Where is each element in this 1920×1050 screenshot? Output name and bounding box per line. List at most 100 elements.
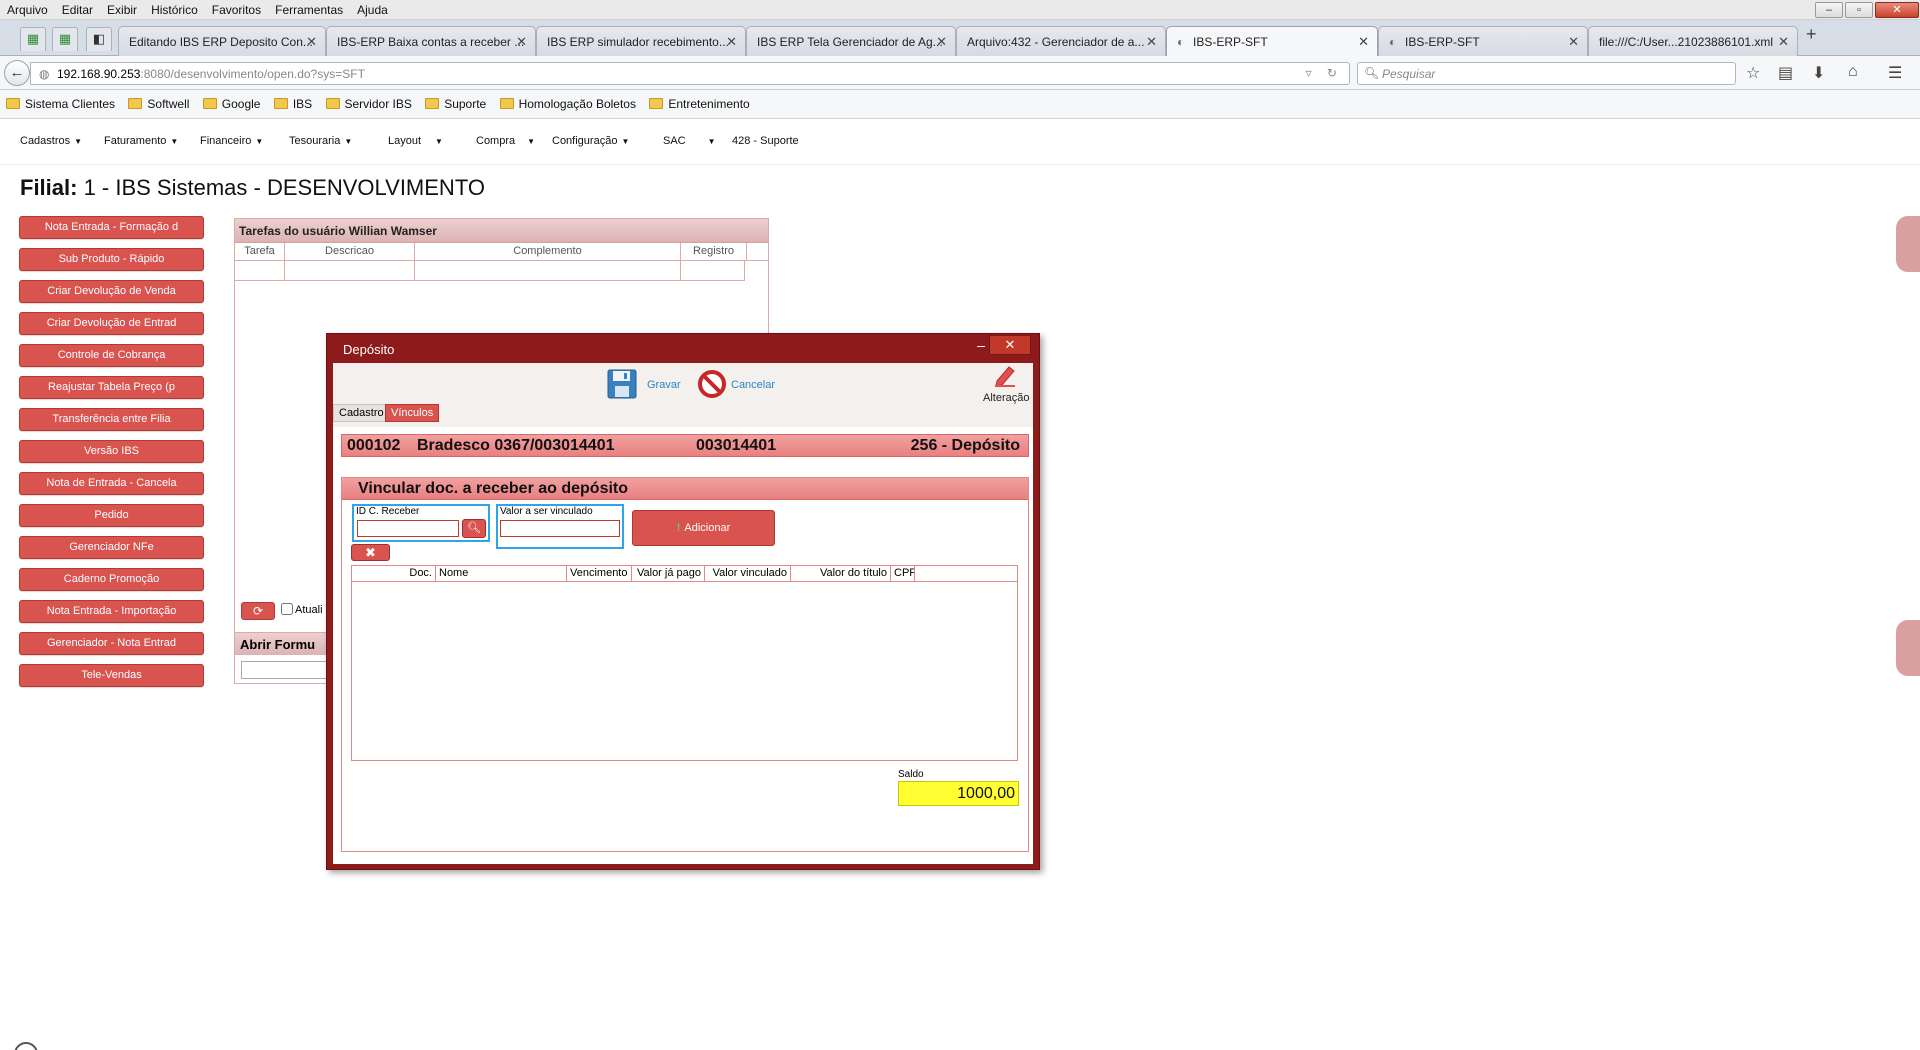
reload-icon[interactable]: ▿ ↻ — [1306, 66, 1343, 80]
shortcut-button[interactable]: Nota de Entrada - Cancela — [19, 472, 204, 495]
minimize-window-button[interactable]: – — [1815, 2, 1843, 18]
folder-icon — [499, 98, 514, 109]
tab-4-label: IBS ERP Tela Gerenciador de Ag... — [757, 35, 943, 49]
bookmark-suporte[interactable]: Suporte — [425, 97, 486, 111]
browser-tabbar: ▦ ▦ ◧ Editando IBS ERP Deposito Con... ✕ … — [0, 20, 1920, 56]
tab-2[interactable]: IBS-ERP Baixa contas a receber ... ✕ — [326, 26, 536, 56]
star-bookmark-icon[interactable]: ☆ — [1746, 63, 1760, 83]
menu-editar[interactable]: Editar — [55, 0, 100, 20]
add-button[interactable]: ! Adicionar — [632, 510, 775, 546]
floppy-disk-icon[interactable] — [607, 369, 637, 399]
shortcut-button[interactable]: Transferência entre Filia — [19, 408, 204, 431]
save-button[interactable]: Gravar — [647, 379, 681, 391]
pinned-tab-sheet-icon[interactable]: ▦ — [20, 27, 46, 51]
menu-favoritos[interactable]: Favoritos — [205, 0, 268, 20]
shortcut-button[interactable]: Caderno Promoção — [19, 568, 204, 591]
refresh-button[interactable]: ⟳ — [241, 602, 275, 620]
tab-6-active[interactable]: ◐ IBS-ERP-SFT ✕ — [1166, 26, 1378, 56]
nav-tesouraria[interactable]: Tesouraria ▼ — [289, 135, 352, 147]
menu-exibir[interactable]: Exibir — [100, 0, 144, 20]
tab-cadastro[interactable]: Cadastro — [333, 404, 390, 422]
col-cpf: CPF — [891, 566, 915, 582]
new-tab-plus-icon[interactable]: + — [1806, 24, 1817, 45]
nav-sac[interactable]: SAC ▼ — [663, 135, 716, 147]
clipboard-icon[interactable]: ▤ — [1778, 63, 1793, 83]
download-arrow-icon[interactable]: ⬇ — [1812, 63, 1825, 83]
minimize-icon[interactable]: – — [971, 336, 991, 356]
shortcut-button[interactable]: Criar Devolução de Venda — [19, 280, 204, 303]
home-icon[interactable]: ⌂ — [1848, 63, 1858, 81]
open-form-input[interactable] — [241, 661, 331, 679]
tab-5[interactable]: Arquivo:432 - Gerenciador de a... ✕ — [956, 26, 1166, 56]
menu-ferramentas[interactable]: Ferramentas — [268, 0, 350, 20]
nav-user-suporte[interactable]: 428 - Suporte — [732, 135, 799, 147]
shortcut-button[interactable]: Pedido — [19, 504, 204, 527]
tab-vinculos[interactable]: Vínculos — [385, 404, 440, 422]
bookmark-servidor-ibs[interactable]: Servidor IBS — [325, 97, 412, 111]
valor-input[interactable] — [500, 520, 620, 537]
close-icon[interactable]: ✕ — [726, 34, 737, 50]
auto-refresh-checkbox[interactable]: Atuali — [281, 603, 323, 616]
side-handle[interactable] — [1896, 216, 1920, 272]
menu-ajuda[interactable]: Ajuda — [350, 0, 395, 20]
nav-configuracao[interactable]: Configuração ▼ — [552, 135, 629, 147]
side-handle[interactable] — [1896, 620, 1920, 676]
tab-1[interactable]: Editando IBS ERP Deposito Con... ✕ — [118, 26, 326, 56]
maximize-window-button[interactable]: ▫ — [1845, 2, 1873, 18]
shortcut-button[interactable]: Nota Entrada - Importação — [19, 600, 204, 623]
nav-faturamento[interactable]: Faturamento ▼ — [104, 135, 178, 147]
search-input[interactable]: 🔍︎ Pesquisar — [1357, 62, 1736, 85]
close-icon[interactable]: ✕ — [936, 34, 947, 50]
shortcut-button[interactable]: Sub Produto - Rápido — [19, 248, 204, 271]
shortcut-button[interactable]: Gerenciador - Nota Entrad — [19, 632, 204, 655]
back-arrow-icon[interactable]: ← — [4, 60, 30, 86]
bookmark-entretenimento[interactable]: Entretenimento — [649, 97, 750, 111]
checkbox[interactable] — [281, 603, 293, 615]
close-icon[interactable]: ✕ — [1358, 34, 1369, 50]
bookmark-google[interactable]: Google — [202, 97, 260, 111]
shortcut-button[interactable]: Controle de Cobrança — [19, 344, 204, 367]
remove-button[interactable]: ✖ — [351, 544, 390, 561]
close-icon[interactable]: ✕ — [1778, 34, 1789, 50]
tab-4[interactable]: IBS ERP Tela Gerenciador de Ag... ✕ — [746, 26, 956, 56]
bookmark-homologacao-boletos[interactable]: Homologação Boletos — [499, 97, 636, 111]
tab-3[interactable]: IBS ERP simulador recebimento... ✕ — [536, 26, 746, 56]
url-bar[interactable]: ◍ 192.168.90.253:8080/desenvolvimento/op… — [30, 62, 1350, 85]
search-button[interactable]: 🔍︎ — [462, 519, 486, 538]
id-receber-input[interactable] — [357, 520, 459, 537]
shortcut-button[interactable]: Criar Devolução de Entrad — [19, 312, 204, 335]
bookmark-ibs[interactable]: IBS — [273, 97, 312, 111]
close-icon[interactable]: ✕ — [306, 34, 317, 50]
shortcut-button[interactable]: Reajustar Tabela Preço (p — [19, 376, 204, 399]
close-dialog-button[interactable]: ✕ — [989, 335, 1031, 355]
nav-layout[interactable]: Layout ▼ — [388, 135, 443, 147]
shortcut-button[interactable]: Versão IBS — [19, 440, 204, 463]
bookmark-sistema-clientes[interactable]: Sistema Clientes — [6, 97, 115, 111]
tab-8[interactable]: file:///C:/User...21023886101.xml ✕ — [1588, 26, 1798, 56]
menu-arquivo[interactable]: Arquivo — [0, 0, 55, 20]
close-window-button[interactable]: ✕ — [1875, 2, 1919, 18]
nav-compra[interactable]: Compra ▼ — [476, 135, 535, 147]
nav-cadastros[interactable]: Cadastros ▼ — [20, 135, 82, 147]
shortcut-button[interactable]: Gerenciador NFe — [19, 536, 204, 559]
close-icon[interactable]: ✕ — [516, 34, 527, 50]
bookmark-softwell[interactable]: Softwell — [128, 97, 189, 111]
pinned-tab-doc-icon[interactable]: ◧ — [86, 27, 112, 51]
close-icon[interactable]: ✕ — [1146, 34, 1157, 50]
hamburger-menu-icon[interactable]: ☰ — [1888, 63, 1902, 83]
shortcut-button[interactable]: Nota Entrada - Formação d — [19, 216, 204, 239]
table-row[interactable] — [235, 261, 745, 281]
tab-7-label: IBS-ERP-SFT — [1405, 35, 1480, 49]
open-form-title: Abrir Formu — [235, 633, 333, 655]
pencil-edit-icon[interactable] — [993, 363, 1017, 387]
tab-7[interactable]: ◐ IBS-ERP-SFT ✕ — [1378, 26, 1588, 56]
pinned-tab-sheet-icon-2[interactable]: ▦ — [52, 27, 78, 51]
shortcut-button[interactable]: Tele-Vendas — [19, 664, 204, 687]
menu-historico[interactable]: Histórico — [144, 0, 205, 20]
col-descricao: Descricao — [285, 243, 415, 261]
cancel-button[interactable]: Cancelar — [731, 379, 775, 391]
nav-financeiro[interactable]: Financeiro ▼ — [200, 135, 263, 147]
cancel-circle-icon[interactable] — [697, 369, 727, 399]
close-icon[interactable]: ✕ — [1568, 34, 1579, 50]
edit-button[interactable]: Alteração — [983, 392, 1029, 404]
